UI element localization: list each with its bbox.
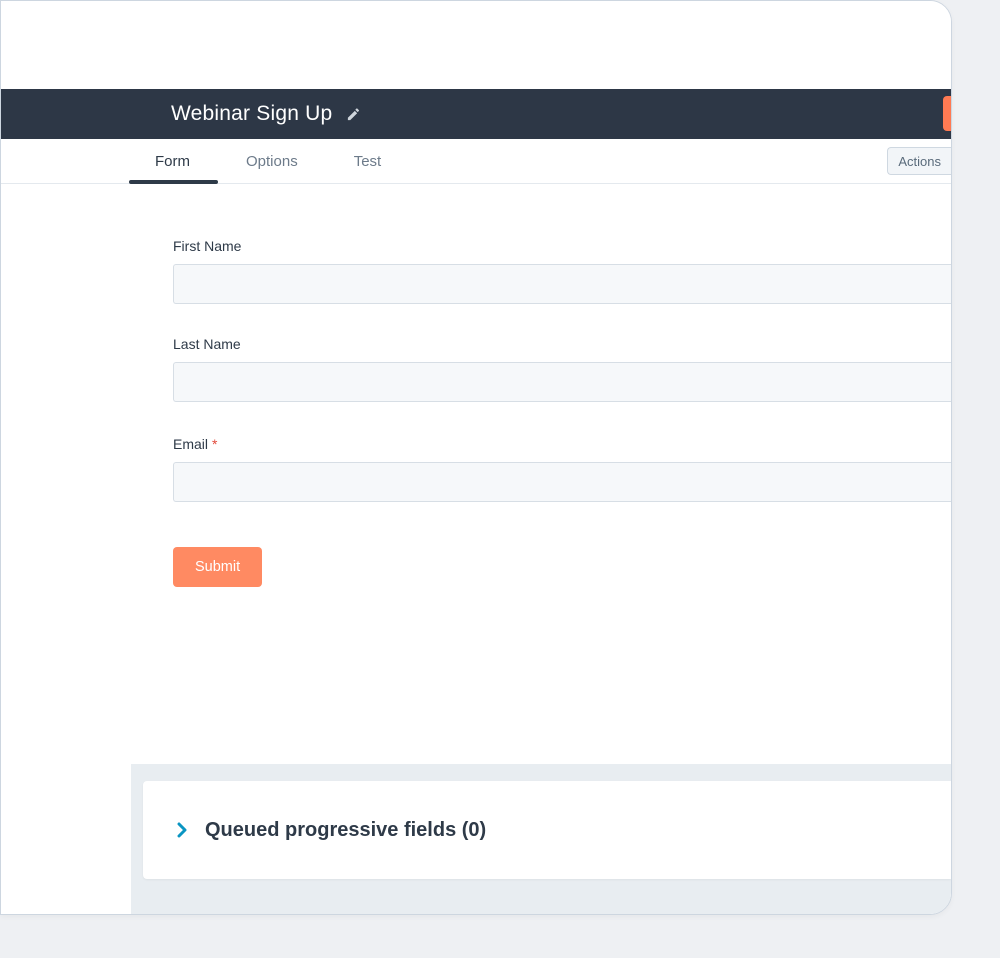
email-input[interactable] xyxy=(173,462,951,502)
title-bar: Webinar Sign Up xyxy=(1,89,951,139)
edit-title-icon[interactable] xyxy=(346,107,361,122)
last-name-label: Last Name xyxy=(173,336,951,352)
app-window: Webinar Sign Up Form Options Test Action… xyxy=(0,0,952,915)
form-title: Webinar Sign Up xyxy=(171,102,332,126)
field-email[interactable]: Email* xyxy=(173,436,951,502)
email-label-text: Email xyxy=(173,436,208,452)
alert-chip[interactable] xyxy=(943,96,951,131)
last-name-input[interactable] xyxy=(173,362,951,402)
first-name-input[interactable] xyxy=(173,264,951,304)
submit-button[interactable]: Submit xyxy=(173,547,262,587)
chevron-right-icon xyxy=(177,822,187,838)
queued-progressive-fields-panel[interactable]: Queued progressive fields (0) xyxy=(143,781,951,879)
field-first-name[interactable]: First Name xyxy=(173,238,951,304)
required-star-icon: * xyxy=(212,436,217,452)
first-name-label: First Name xyxy=(173,238,951,254)
tab-test[interactable]: Test xyxy=(350,141,386,182)
email-label: Email* xyxy=(173,436,951,452)
tab-bar: Form Options Test Actions xyxy=(1,139,951,184)
topbar-spacer xyxy=(1,1,951,89)
tab-form[interactable]: Form xyxy=(151,141,194,182)
actions-button[interactable]: Actions xyxy=(887,147,951,175)
viewport: Webinar Sign Up Form Options Test Action… xyxy=(0,0,1000,958)
tab-options[interactable]: Options xyxy=(242,141,302,182)
field-last-name[interactable]: Last Name xyxy=(173,336,951,402)
queued-label: Queued progressive fields (0) xyxy=(205,819,486,842)
